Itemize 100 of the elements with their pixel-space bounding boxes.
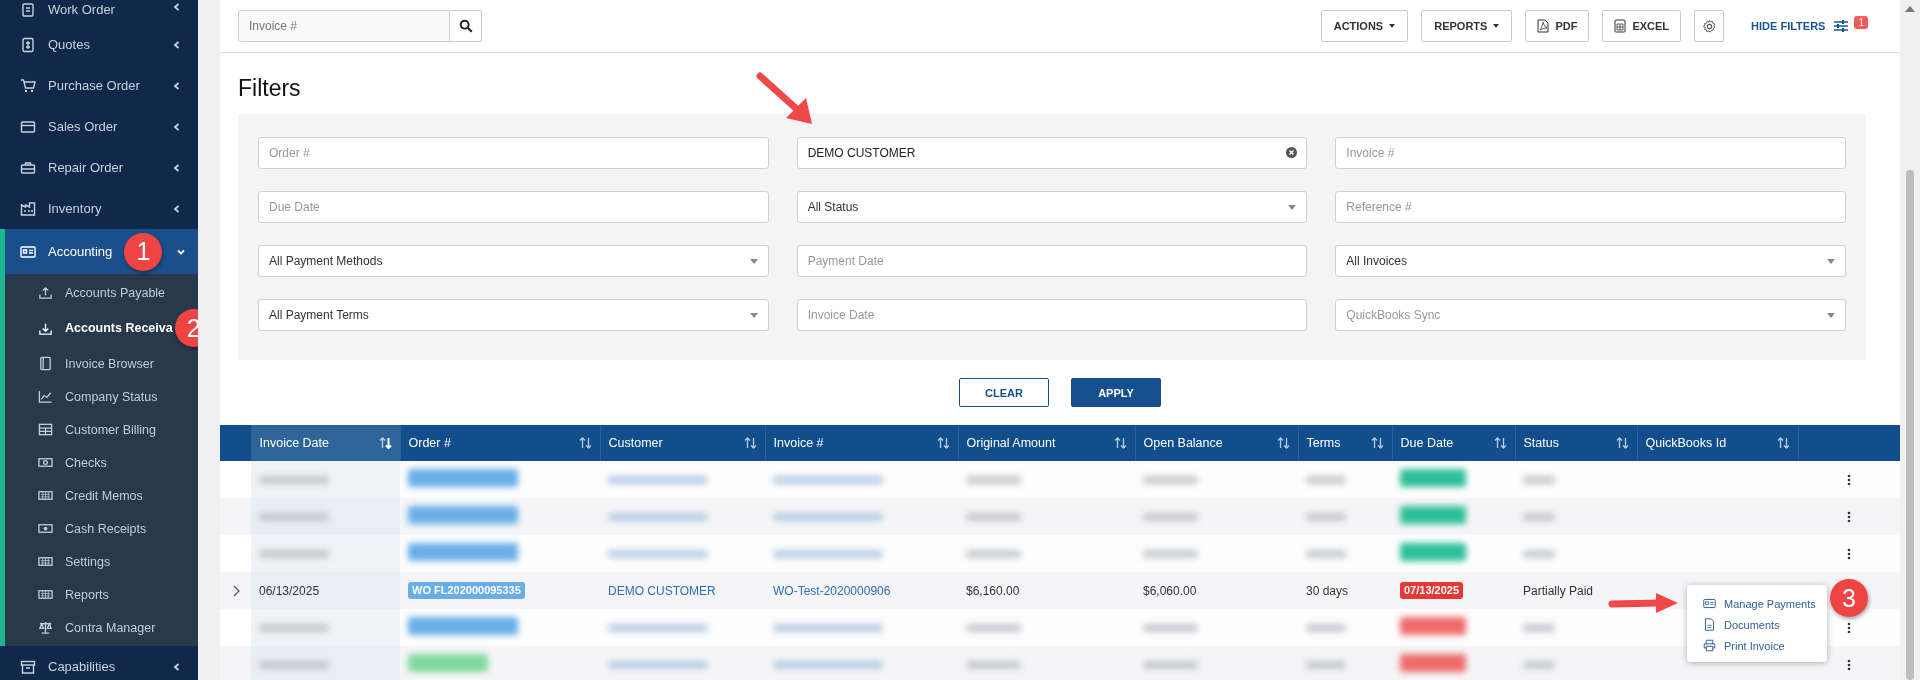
column-header[interactable]: Customer [600,425,765,461]
blurred-text [966,623,1021,632]
blurred-text [1306,512,1346,521]
submenu-item[interactable]: Customer Billing [5,413,160,446]
apply-button[interactable]: APPLY [1071,378,1161,407]
nav-item[interactable]: Purchase Order [0,65,198,106]
scroll-up-icon[interactable] [1905,6,1915,12]
nav-item[interactable]: Work Order [0,0,198,24]
chevron-right-icon [232,584,240,597]
blurred-text [1523,623,1555,632]
caret-icon [1288,204,1297,210]
nav-label: Inventory [48,201,103,216]
menu-item[interactable]: Print Invoice [1687,635,1827,656]
caret-icon [1827,312,1835,318]
caret-icon [1389,24,1396,28]
expander-cell[interactable] [220,498,251,535]
caret-icon [1493,24,1500,28]
column-header[interactable]: Original Amount [958,425,1135,461]
input-field[interactable]: DEMO CUSTOMER [796,137,1308,169]
submenu-label: Company Status [65,389,158,404]
expander-cell[interactable] [220,572,251,609]
caret-icon [1827,258,1835,264]
column-header[interactable]: QuickBooks Id [1637,425,1798,461]
settings-button[interactable] [1694,10,1725,42]
column-header[interactable]: Open Balance [1135,425,1298,461]
clear-icon[interactable] [1286,147,1298,158]
selected-value: All Payment Methods [269,254,384,268]
sort-icon [936,437,950,449]
hide-filters-link[interactable]: HIDE FILTERS [1751,15,1850,37]
expander-cell[interactable] [220,646,251,680]
chevron-left-icon [172,661,182,672]
column-header[interactable]: Due Date [1392,425,1515,461]
column-header[interactable]: Status [1515,425,1637,461]
nav-label: Accounting [48,244,113,259]
nav-item[interactable]: Quotes [0,24,198,65]
filters-title: Filters [237,74,302,103]
nav-item[interactable]: Capabilities [0,646,198,680]
menu-item[interactable]: Documents [1687,614,1827,635]
submenu-item[interactable]: Company Status [5,380,162,413]
submenu-label: Invoice Browser [65,356,154,371]
column-header[interactable]: Invoice Date [251,425,400,461]
column-header[interactable]: Invoice # [765,425,958,461]
blurred-text [966,512,1021,521]
column-header[interactable]: Terms [1298,425,1392,461]
submenu-item[interactable]: Accounts Receiva [5,311,177,345]
submenu-item[interactable]: Accounts Payable [5,276,170,309]
input-field[interactable]: Reference # [1335,191,1846,223]
dropdown-button[interactable]: REPORTS [1421,10,1513,42]
kebab-menu-icon [1847,473,1851,486]
dropdown-field[interactable]: All Status [796,191,1308,223]
table-cell: 06/13/2025 [259,583,320,598]
nav-label: Purchase Order [48,78,141,93]
kebab-menu-icon [1847,547,1851,560]
input-field[interactable]: Payment Date [796,245,1308,277]
submenu-label: Reports [65,587,109,602]
blurred-text [1523,549,1555,558]
input-field[interactable]: Invoice # [1335,137,1846,169]
dropdown-field[interactable]: All Payment Terms [258,299,769,331]
kebab-menu-icon [1847,510,1851,523]
column-header[interactable]: Order # [400,425,600,461]
menu-item[interactable]: Manage Payments [1687,593,1827,614]
submenu-item[interactable]: Checks [5,446,111,479]
blurred-text [1523,512,1555,521]
blurred-text [1306,549,1346,558]
invoice-link[interactable]: WO-Test-2020000906 [773,583,891,598]
pointer-arrow [1608,592,1680,614]
line-chart-icon [38,389,53,404]
nav-item[interactable]: Inventory [0,188,198,229]
submenu-item[interactable]: Credit Memos [5,479,147,512]
submenu-label: Checks [65,455,107,470]
excel-button[interactable]: EXCEL [1602,10,1682,42]
keyboard-icon [38,587,53,602]
nav-item[interactable]: Sales Order [0,106,198,147]
customer-link[interactable]: DEMO CUSTOMER [608,583,716,598]
sort-icon [1776,437,1790,449]
spreadsheet-icon [1614,19,1627,33]
input-field[interactable]: Order # [258,137,769,169]
submenu-item[interactable]: Invoice Browser [5,347,158,380]
nav-item[interactable]: Accounting 1 [5,229,198,274]
submenu-item[interactable]: Reports [5,578,113,611]
blurred-text [1143,549,1198,558]
status-badge: 07/13/2025 [1400,582,1464,599]
nav-item[interactable]: Repair Order [0,147,198,188]
dropdown-button[interactable]: ACTIONS [1320,10,1409,42]
book-icon [38,356,53,371]
input-field[interactable]: Invoice Date [796,299,1308,331]
search-field[interactable]: Invoice # [238,10,450,42]
submenu-item[interactable]: Cash Receipts [5,512,151,545]
dropdown-field[interactable]: All Invoices [1335,245,1846,277]
blurred-text [1523,475,1555,484]
input-field[interactable]: Due Date [258,191,769,223]
submenu-item[interactable]: Contra Manager [5,611,160,644]
search-button[interactable] [450,10,482,42]
expander-cell[interactable] [220,461,251,498]
clear-button[interactable]: CLEAR [959,378,1049,407]
count-badge: 1 [1854,16,1868,29]
caret-icon [749,258,758,264]
dropdown-field[interactable]: All Payment Methods [258,245,769,277]
pdf-button[interactable]: PDF [1525,10,1590,42]
submenu-item[interactable]: Settings [5,545,115,578]
